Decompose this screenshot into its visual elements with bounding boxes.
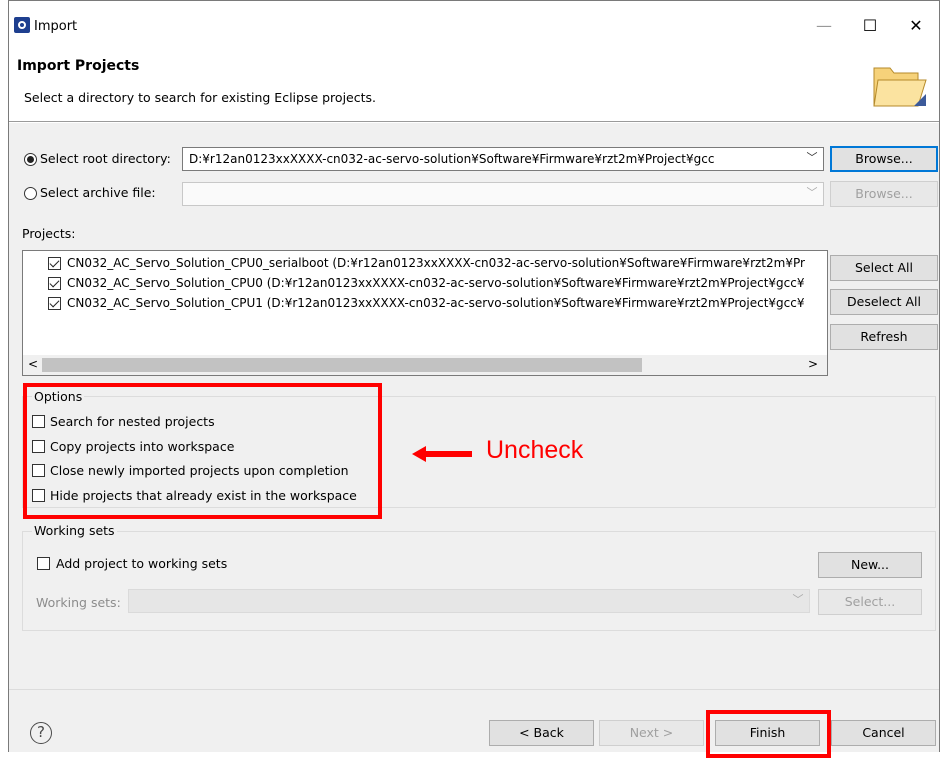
browse-archive-button[interactable]: Browse... — [830, 181, 938, 207]
add-working-sets-label: Add project to working sets — [56, 556, 228, 571]
archive-file-combo[interactable] — [182, 182, 824, 206]
project-checkbox[interactable] — [48, 297, 61, 310]
chevron-down-icon[interactable]: ﹀ — [801, 183, 823, 205]
chevron-down-icon[interactable]: ﹀ — [801, 148, 823, 170]
select-root-directory-radio[interactable] — [24, 153, 37, 166]
wizard-header — [9, 52, 939, 122]
cancel-button[interactable]: Cancel — [831, 720, 936, 746]
refresh-button[interactable]: Refresh — [830, 324, 938, 350]
project-checkbox[interactable] — [48, 257, 61, 270]
select-all-button[interactable]: Select All — [830, 255, 938, 281]
folder-icon — [873, 67, 927, 107]
help-icon[interactable]: ? — [30, 722, 52, 744]
scrollbar-thumb[interactable] — [42, 358, 642, 372]
title-bar — [9, 1, 939, 53]
projects-label: Projects: — [22, 226, 76, 241]
working-sets-group — [22, 531, 936, 631]
root-directory-combo[interactable]: D:¥r12an0123xxXXXX-cn032-ac-servo-soluti… — [182, 147, 824, 171]
project-name: CN032_AC_Servo_Solution_CPU1 (D:¥r12an01… — [67, 296, 805, 310]
options-highlight-box — [23, 383, 382, 519]
left-arrow-icon — [412, 446, 472, 462]
new-working-set-button[interactable]: New... — [818, 552, 922, 578]
close-button[interactable]: ✕ — [893, 10, 939, 42]
project-checkbox[interactable] — [48, 277, 61, 290]
list-item[interactable]: CN032_AC_Servo_Solution_CPU0 (D:¥r12an01… — [28, 273, 824, 293]
deselect-all-button[interactable]: Deselect All — [830, 289, 938, 315]
maximize-button[interactable]: ☐ — [847, 10, 893, 42]
next-button[interactable]: Next > — [599, 720, 704, 746]
finish-highlight-box — [706, 710, 831, 758]
working-sets-combo[interactable] — [128, 589, 810, 613]
list-item[interactable]: CN032_AC_Servo_Solution_CPU1 (D:¥r12an01… — [28, 293, 824, 313]
eclipse-app-icon — [14, 17, 30, 33]
select-archive-file-radio[interactable] — [24, 187, 37, 200]
uncheck-annotation: Uncheck — [486, 436, 584, 464]
select-working-set-button[interactable]: Select... — [818, 589, 922, 615]
minimize-button[interactable]: — — [801, 10, 847, 42]
root-directory-value: D:¥r12an0123xxXXXX-cn032-ac-servo-soluti… — [189, 152, 715, 166]
scroll-left-arrow[interactable]: < — [28, 357, 38, 371]
select-archive-file-label: Select archive file: — [40, 185, 156, 200]
project-name: CN032_AC_Servo_Solution_CPU0 (D:¥r12an01… — [67, 276, 805, 290]
working-sets-label: Working sets — [32, 523, 117, 538]
add-working-sets-checkbox[interactable] — [37, 557, 50, 570]
page-title: Import Projects — [17, 58, 140, 74]
browse-root-button[interactable]: Browse... — [830, 146, 938, 172]
scroll-right-arrow[interactable]: > — [808, 357, 818, 371]
chevron-down-icon[interactable]: ﹀ — [787, 590, 809, 612]
project-name: CN032_AC_Servo_Solution_CPU0_serialboot … — [67, 256, 805, 270]
select-root-directory-label: Select root directory: — [40, 151, 171, 166]
window-title: Import — [34, 19, 78, 34]
page-description: Select a directory to search for existin… — [24, 90, 376, 105]
list-item[interactable]: CN032_AC_Servo_Solution_CPU0_serialboot … — [28, 253, 824, 273]
working-sets-field-label: Working sets: — [36, 595, 121, 610]
back-button[interactable]: < Back — [489, 720, 594, 746]
